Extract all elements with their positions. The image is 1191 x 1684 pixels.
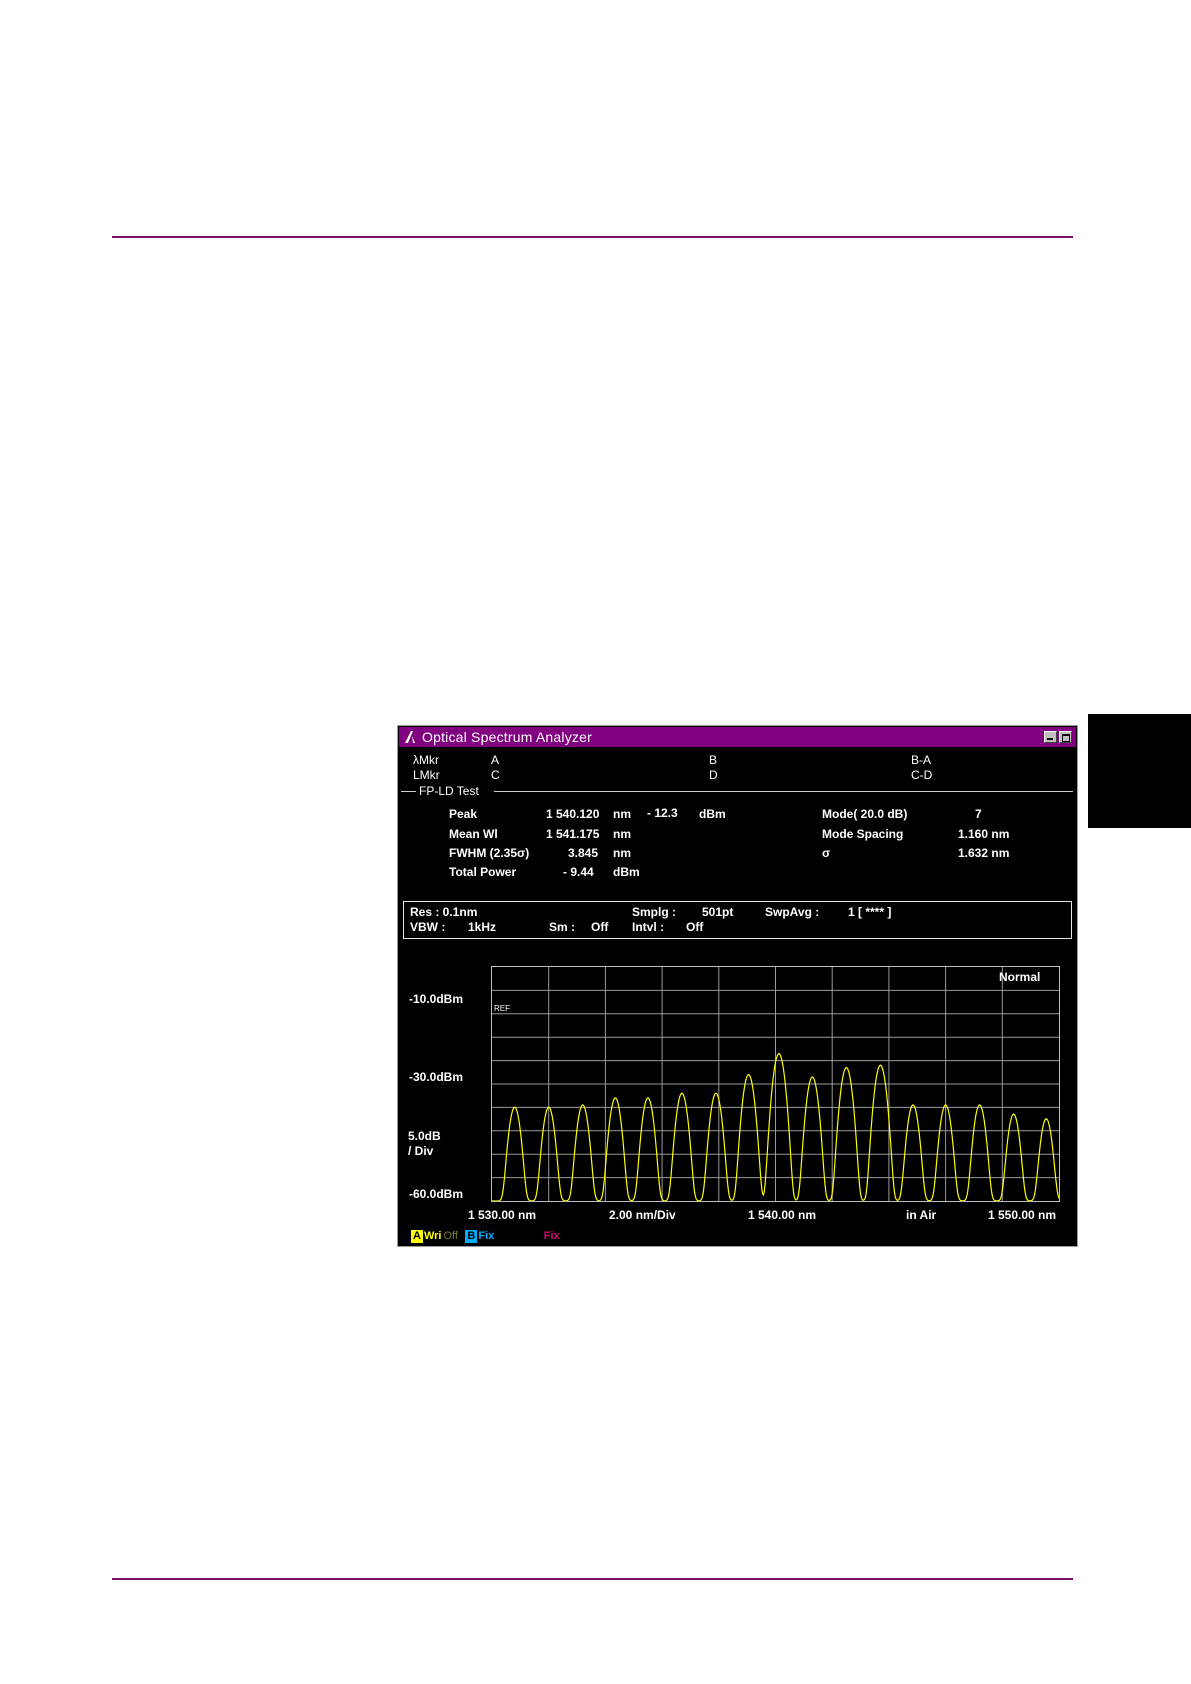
mean-wl-unit: nm <box>613 827 631 841</box>
spectrum-peak-point <box>879 1064 881 1066</box>
spectrum-peak-point <box>647 1097 649 1099</box>
total-power-value: - 9.44 <box>563 865 594 879</box>
ref-tag: REF <box>494 1004 510 1013</box>
x-start-label: 1 530.00 nm <box>468 1208 537 1222</box>
bottom-rule <box>112 1578 1073 1580</box>
spectrum-svg <box>492 967 1059 1201</box>
smoothing-value: Off <box>591 920 609 934</box>
wavelength-marker-label: λMkr <box>413 753 439 767</box>
trace-c-mode[interactable]: Fix <box>542 1230 562 1243</box>
bottom-level-label: -60.0dBm <box>409 1187 464 1201</box>
scale-unit-label: / Div <box>408 1144 434 1158</box>
spectrum-peak-point <box>1045 1118 1047 1120</box>
window-title: Optical Spectrum Analyzer <box>422 729 592 745</box>
settings-panel <box>403 901 1072 939</box>
mode-label: Mode( 20.0 dB) <box>822 807 908 821</box>
maximize-icon[interactable] <box>1059 731 1072 743</box>
resolution-setting: Res : 0.1nm <box>410 905 478 919</box>
marker-c-minus-d: C-D <box>911 768 933 782</box>
sigma-value: 1.632 nm <box>958 846 1010 860</box>
trace-legend: A Wri Off B Fix Fix <box>411 1226 562 1243</box>
fwhm-unit: nm <box>613 846 631 860</box>
spectrum-peak-point <box>778 1052 780 1055</box>
title-bar[interactable]: Optical Spectrum Analyzer <box>399 727 1076 747</box>
anritsu-logo-icon <box>405 731 415 743</box>
vbw-value: 1kHz <box>468 920 497 934</box>
spectrum-peak-point <box>715 1092 717 1094</box>
fwhm-label: FWHM (2.35σ) <box>449 846 530 860</box>
mean-wl-value: 1 541.175 <box>546 827 600 841</box>
interval-value: Off <box>686 920 704 934</box>
section-divider-right <box>494 791 1073 792</box>
marker-b-minus-a: B-A <box>911 753 932 767</box>
marker-d: D <box>709 768 718 782</box>
marker-c: C <box>491 768 500 782</box>
osa-window: Optical Spectrum Analyzer λMkr A B B-A L… <box>397 725 1078 1247</box>
sigma-label: σ <box>822 846 831 860</box>
medium-label: in Air <box>906 1208 937 1222</box>
spectrum-peak-point <box>514 1106 516 1108</box>
minimize-icon[interactable] <box>1044 731 1057 743</box>
trace-a-extra: Off <box>443 1230 458 1242</box>
interval-label: Intvl : <box>632 920 664 934</box>
sweep-average-value: 1 [ **** ] <box>848 905 892 919</box>
spectrum-peak-point <box>548 1106 550 1108</box>
spectrum-plot[interactable]: Normal REF <box>491 966 1060 1202</box>
x-center-label: 1 540.00 nm <box>748 1208 817 1222</box>
scale-label: 5.0dB <box>408 1129 441 1143</box>
trace-b-letter[interactable]: B <box>465 1230 478 1243</box>
section-title: FP-LD Test <box>419 784 479 798</box>
section-divider-left <box>401 791 416 792</box>
marker-a: A <box>491 753 500 767</box>
spectrum-peak-point <box>912 1104 914 1106</box>
peak-power: - 12.3 <box>647 806 678 820</box>
level-marker-label: LMkr <box>413 768 440 782</box>
mode-spacing-label: Mode Spacing <box>822 827 904 841</box>
spectrum-peak-point <box>747 1074 750 1076</box>
fwhm-value: 3.845 <box>568 846 599 860</box>
spectrum-peak-point <box>582 1104 584 1106</box>
mode-spacing-value: 1.160 nm <box>958 827 1010 841</box>
ref-level-label: -10.0dBm <box>409 992 464 1006</box>
marker-b: B <box>709 753 718 767</box>
mean-wl-label: Mean Wl <box>449 827 498 841</box>
mid-level-label: -30.0dBm <box>409 1070 464 1084</box>
spectrum-peak-point <box>1013 1113 1015 1116</box>
peak-unit: nm <box>613 807 631 821</box>
peak-label: Peak <box>449 807 478 821</box>
vbw-label: VBW : <box>410 920 446 934</box>
spectrum-peak-point <box>945 1104 947 1106</box>
spectrum-peak-point <box>845 1067 847 1069</box>
spectrum-peak-point <box>614 1097 616 1099</box>
total-power-label: Total Power <box>449 865 517 879</box>
sampling-value: 501pt <box>702 905 734 919</box>
spectrum-peak-point <box>681 1092 683 1094</box>
smoothing-label: Sm : <box>549 920 576 934</box>
display-mode-label: Normal <box>999 970 1041 984</box>
trace-a-letter[interactable]: A <box>411 1230 423 1243</box>
sampling-label: Smplg : <box>632 905 676 919</box>
spectrum-peak-point <box>811 1076 813 1078</box>
top-rule <box>112 236 1073 238</box>
trace-a-mode[interactable]: Wri <box>423 1230 443 1243</box>
mode-count: 7 <box>975 807 982 821</box>
peak-power-unit: dBm <box>699 807 726 821</box>
spectrum-peak-point <box>979 1104 981 1106</box>
trace-b-mode[interactable]: Fix <box>477 1230 495 1243</box>
x-div-label: 2.00 nm/Div <box>609 1208 676 1222</box>
peak-wavelength: 1 540.120 <box>546 807 600 821</box>
sweep-average-label: SwpAvg : <box>765 905 820 919</box>
chapter-tab <box>1088 714 1191 828</box>
x-stop-label: 1 550.00 nm <box>988 1208 1057 1222</box>
total-power-unit: dBm <box>613 865 640 879</box>
